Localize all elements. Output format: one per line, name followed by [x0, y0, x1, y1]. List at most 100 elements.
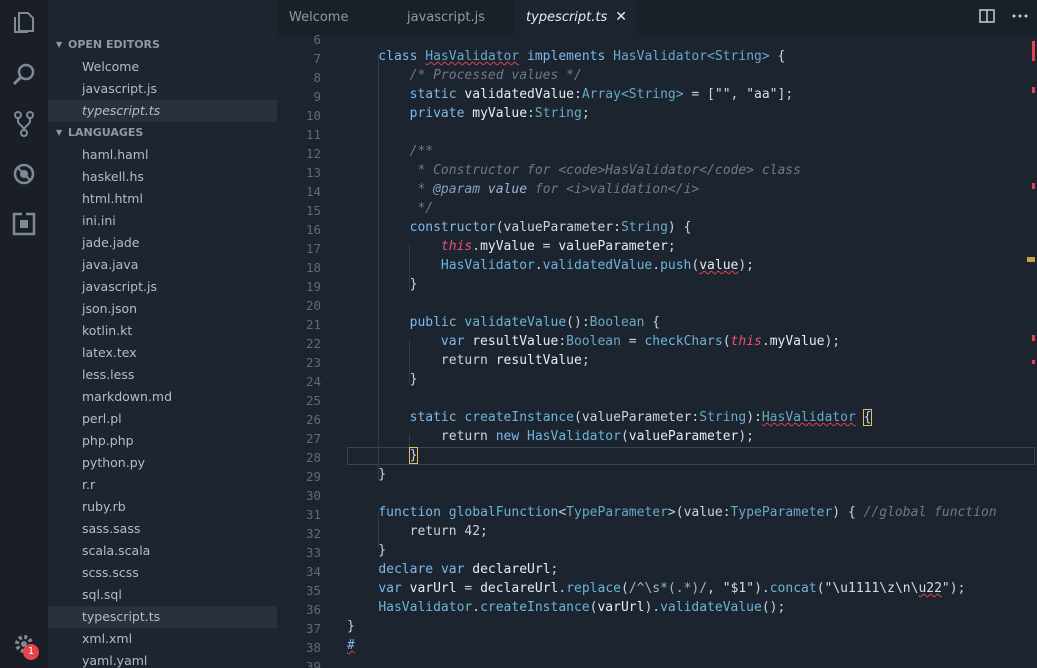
search-icon[interactable] — [10, 60, 38, 88]
code-line: # — [347, 638, 355, 653]
code-line: } — [347, 619, 355, 634]
line-number: 34 — [305, 564, 321, 579]
current-line-highlight — [347, 447, 1035, 465]
split-editor-icon[interactable] — [979, 8, 997, 26]
file-item[interactable]: javascript.js — [48, 276, 277, 298]
notification-badge[interactable]: 1 — [23, 644, 39, 660]
ruler-error-mark — [1032, 360, 1035, 364]
line-number: 24 — [305, 374, 321, 389]
line-number: 33 — [305, 545, 321, 560]
file-item[interactable]: ruby.rb — [48, 496, 277, 518]
code-editor[interactable]: 6 7 8 9 10 11 12 13 14 15 16 17 18 19 20 21 22 23 24 25 26 27… — [277, 35, 1037, 668]
line-number: 19 — [305, 279, 321, 294]
file-item[interactable]: less.less — [48, 364, 277, 386]
ruler-warning-mark — [1027, 257, 1035, 262]
code-line: HasValidator.createInstance(varUrl).vali… — [378, 600, 786, 615]
line-number: 14 — [305, 184, 321, 199]
file-item[interactable]: python.py — [48, 452, 277, 474]
line-number: 11 — [305, 127, 321, 142]
ruler-error-mark — [1032, 183, 1035, 189]
file-item[interactable]: markdown.md — [48, 386, 277, 408]
file-item[interactable]: json.json — [48, 298, 277, 320]
tab-bar: Welcome javascript.js typescript.ts ✕ — [277, 0, 1037, 35]
file-item[interactable]: scala.scala — [48, 540, 277, 562]
activity-bar: 1 — [0, 0, 48, 668]
open-editor-item[interactable]: javascript.js — [48, 78, 277, 100]
chevron-down-icon: ▼ — [56, 40, 63, 49]
line-number: 9 — [313, 89, 321, 104]
open-editor-item[interactable]: Welcome — [48, 56, 277, 78]
code-line: var varUrl = declareUrl.replace(/^\s*(.*… — [378, 581, 966, 596]
code-line: declare var declareUrl; — [378, 562, 559, 577]
file-item[interactable]: sass.sass — [48, 518, 277, 540]
file-item[interactable]: ini.ini — [48, 210, 277, 232]
languages-folder-header[interactable]: ▼ LANGUAGES — [48, 122, 277, 144]
tab-typescript[interactable]: typescript.ts ✕ — [514, 0, 636, 35]
code-line: } — [347, 543, 387, 558]
file-item[interactable]: jade.jade — [48, 232, 277, 254]
line-number: 30 — [305, 488, 321, 503]
line-number: 23 — [305, 355, 321, 370]
file-item[interactable]: sql.sql — [48, 584, 277, 606]
file-item[interactable]: java.java — [48, 254, 277, 276]
line-number: 27 — [305, 431, 321, 446]
code-line: * Constructor for <code>HasValidator</co… — [409, 163, 801, 178]
ruler-error-mark — [1032, 41, 1035, 61]
open-editors-header[interactable]: ▼ OPEN EDITORS — [48, 34, 277, 56]
code-line: /** — [409, 144, 434, 159]
line-number: 38 — [305, 640, 321, 655]
more-actions-icon[interactable] — [1011, 6, 1029, 24]
file-item[interactable]: haskell.hs — [48, 166, 277, 188]
line-number: 20 — [305, 298, 321, 313]
line-number: 36 — [305, 602, 321, 617]
code-line: /* Processed values */ — [409, 68, 582, 83]
line-number: 7 — [313, 51, 321, 66]
code-line: HasValidator.validatedValue.push(value); — [440, 258, 755, 273]
code-line: */ — [409, 201, 434, 216]
code-line: private myValue:String; — [409, 106, 590, 121]
line-number: 15 — [305, 203, 321, 218]
ruler-error-mark — [1032, 335, 1035, 341]
debug-icon[interactable] — [10, 160, 38, 188]
line-number: 37 — [305, 621, 321, 636]
files-icon[interactable] — [10, 8, 38, 36]
file-item[interactable]: scss.scss — [48, 562, 277, 584]
line-number: 16 — [305, 222, 321, 237]
line-number: 31 — [305, 507, 321, 522]
file-item[interactable]: php.php — [48, 430, 277, 452]
code-line: } — [408, 447, 419, 464]
file-item[interactable]: perl.pl — [48, 408, 277, 430]
code-line: var resultValue:Boolean = checkChars(thi… — [440, 334, 841, 349]
extensions-icon[interactable] — [10, 210, 38, 238]
tab-welcome[interactable]: Welcome — [277, 0, 395, 35]
open-editor-item-active[interactable]: typescript.ts — [48, 100, 277, 122]
code-line: return 42; — [347, 524, 488, 539]
file-item[interactable]: haml.haml — [48, 144, 277, 166]
file-item[interactable]: kotlin.kt — [48, 320, 277, 342]
file-item[interactable]: xml.xml — [48, 628, 277, 650]
code-line: } — [347, 277, 418, 292]
line-number: 12 — [305, 146, 321, 161]
line-number: 29 — [305, 469, 321, 484]
line-number: 39 — [305, 659, 321, 668]
code-line: return resultValue; — [347, 353, 590, 368]
code-line: static createInstance(valueParameter:Str… — [409, 409, 873, 426]
code-line: * @param value for <i>validation</i> — [409, 182, 700, 197]
file-item[interactable]: latex.tex — [48, 342, 277, 364]
chevron-down-icon: ▼ — [56, 128, 63, 137]
ruler-error-mark — [1032, 87, 1035, 93]
file-item[interactable]: r.r — [48, 474, 277, 496]
line-number: 21 — [305, 317, 321, 332]
file-item[interactable]: typescript.ts — [48, 606, 277, 628]
source-control-icon[interactable] — [10, 110, 38, 138]
code-line: } — [347, 372, 418, 387]
line-number: 10 — [305, 108, 321, 123]
file-item[interactable]: yaml.yaml — [48, 650, 277, 668]
tab-javascript[interactable]: javascript.js — [395, 0, 514, 35]
close-icon[interactable]: ✕ — [615, 0, 627, 35]
line-number: 17 — [305, 241, 321, 256]
line-number: 18 — [305, 260, 321, 275]
line-number: 13 — [305, 165, 321, 180]
file-item[interactable]: html.html — [48, 188, 277, 210]
line-number: 35 — [305, 583, 321, 598]
